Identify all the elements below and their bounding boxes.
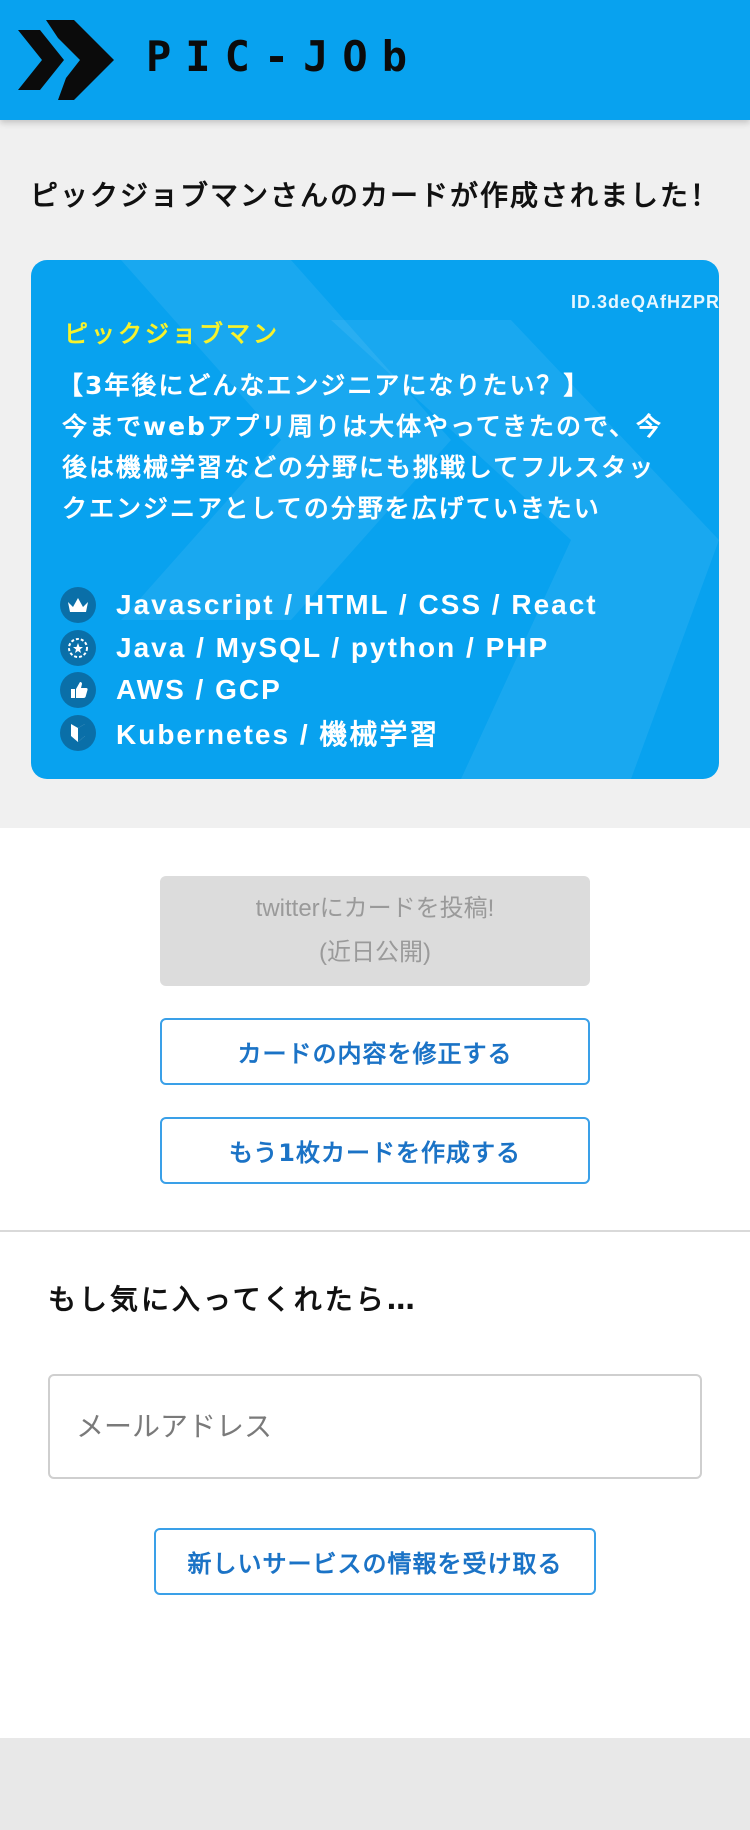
card-question: 【3年後にどんなエンジニアになりたい？】 bbox=[58, 371, 591, 400]
skill-row: Javascript / HTML / CSS / React bbox=[60, 587, 598, 623]
skill-text: AWS / GCP bbox=[116, 674, 282, 705]
skill-row: Java / MySQL / python / PHP bbox=[60, 630, 549, 666]
skill-row: AWS / GCP bbox=[60, 672, 282, 708]
skill-text: Javascript / HTML / CSS / React bbox=[116, 589, 598, 620]
beginner-icon bbox=[60, 715, 96, 751]
app-header: PIC-JOb bbox=[0, 0, 750, 120]
card-name: ピックジョブマン bbox=[64, 320, 280, 348]
page-title: ピックジョブマンさんのカードが作成されました！ bbox=[29, 179, 720, 212]
logo-icon bbox=[18, 20, 114, 100]
subscribe-button[interactable]: 新しいサービスの情報を受け取る bbox=[154, 1528, 596, 1595]
footer bbox=[0, 1738, 750, 1830]
laurel-icon bbox=[60, 630, 96, 666]
subscribe-title: もし気に入ってくれたら… bbox=[48, 1283, 418, 1316]
crown-icon bbox=[60, 587, 96, 623]
skill-text: Java / MySQL / python / PHP bbox=[116, 632, 550, 663]
edit-card-button[interactable]: カードの内容を修正する bbox=[160, 1018, 590, 1085]
twitter-post-label: twitterにカードを投稿! bbox=[255, 895, 495, 922]
skill-row: Kubernetes / 機械学習 bbox=[60, 715, 439, 751]
create-another-card-button[interactable]: もう1枚カードを作成する bbox=[160, 1117, 590, 1184]
card-id: ID.3deQAfHZPR bbox=[570, 292, 720, 312]
skill-text: Kubernetes / 機械学習 bbox=[116, 719, 440, 750]
email-field[interactable] bbox=[48, 1374, 702, 1479]
twitter-post-button[interactable]: twitterにカードを投稿! (近日公開) bbox=[160, 876, 590, 986]
logo-text: PIC-JOb bbox=[146, 32, 422, 81]
card-answer: 今までwebアプリ周りは大体やってきたので、今後は機械学習などの分野にも挑戦して… bbox=[62, 412, 663, 523]
thumbs-up-icon bbox=[60, 672, 96, 708]
twitter-post-note: (近日公開) bbox=[319, 939, 431, 966]
